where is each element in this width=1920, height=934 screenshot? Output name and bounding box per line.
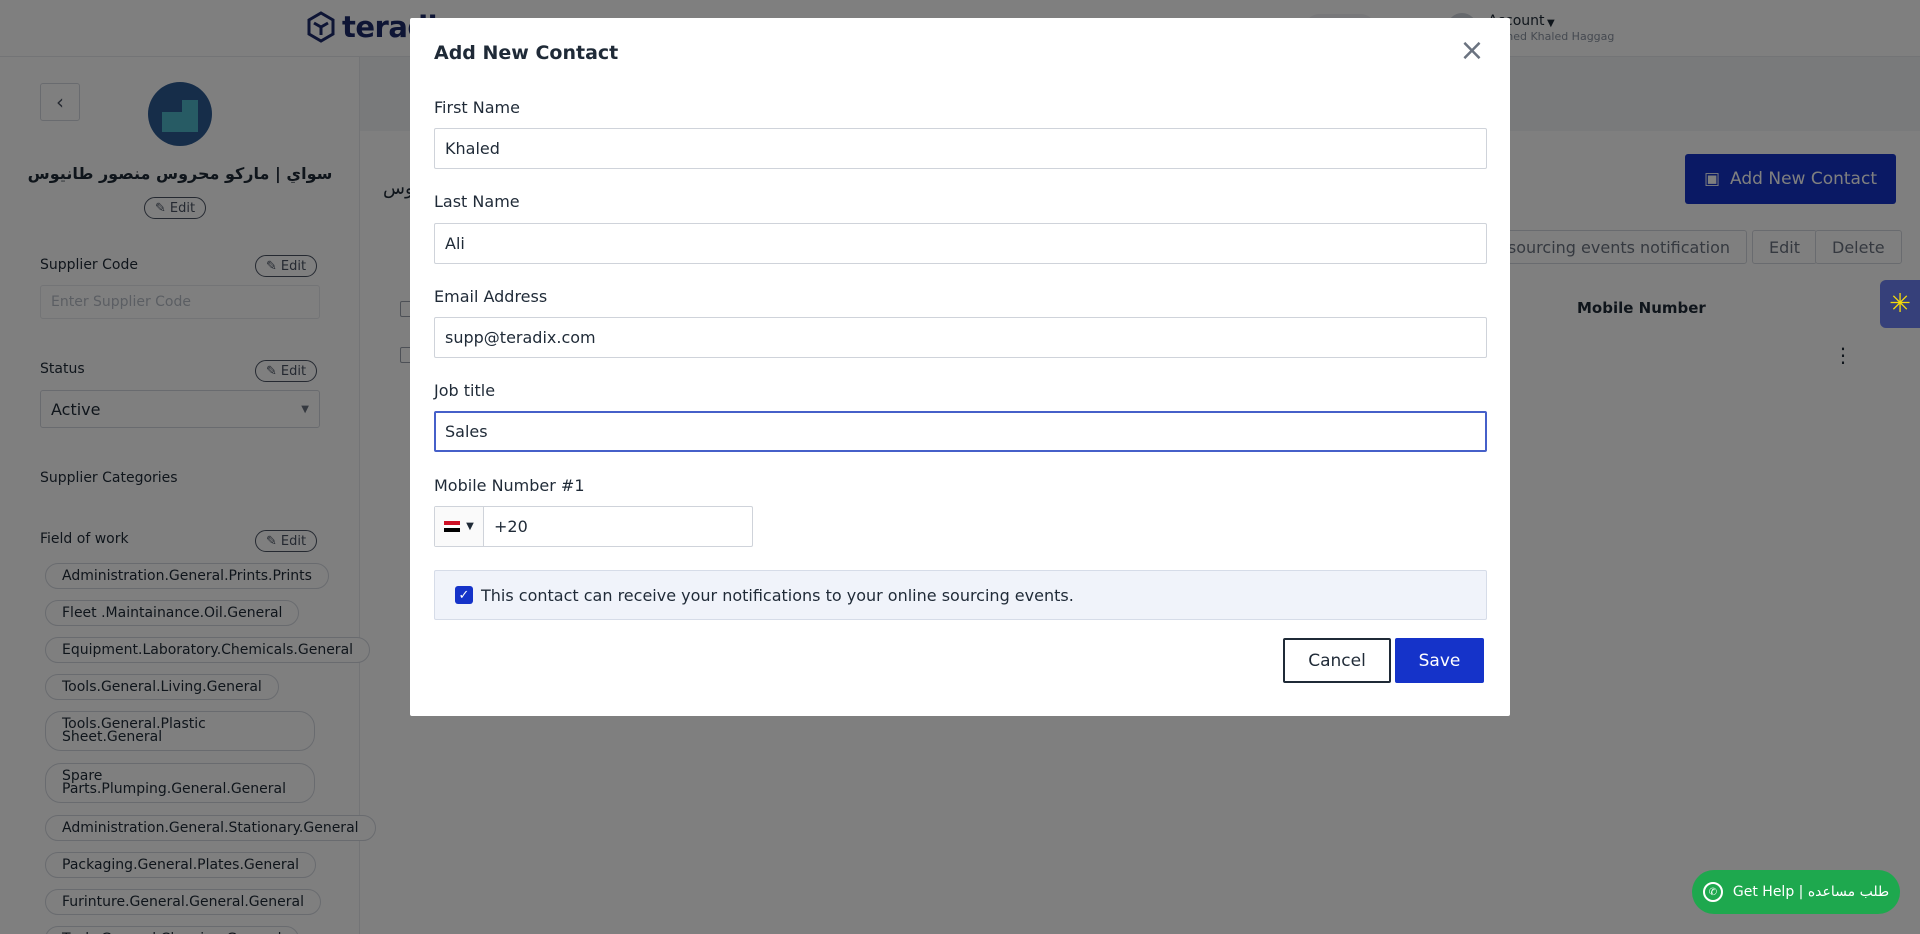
save-button[interactable]: Save — [1395, 638, 1484, 683]
email-label: Email Address — [434, 287, 548, 306]
job-title-input[interactable] — [434, 411, 1487, 452]
add-contact-modal: Add New Contact × First Name Last Name E… — [410, 18, 1510, 716]
modal-title: Add New Contact — [434, 42, 619, 64]
mobile-number-input[interactable] — [484, 507, 752, 546]
whatsapp-icon: ✆ — [1702, 882, 1723, 902]
email-input[interactable] — [434, 317, 1487, 358]
last-name-input[interactable] — [434, 223, 1487, 264]
last-name-label: Last Name — [434, 192, 520, 211]
close-icon[interactable]: × — [1457, 36, 1487, 66]
mobile-number-field: ▼ — [434, 506, 753, 547]
notification-checkbox[interactable]: ✓ — [455, 586, 473, 604]
first-name-label: First Name — [434, 98, 520, 117]
egypt-flag-icon — [444, 521, 461, 533]
first-name-input[interactable] — [434, 128, 1487, 169]
flower-widget-icon[interactable]: ✳ — [1880, 280, 1920, 328]
mobile-number-label: Mobile Number #1 — [434, 476, 585, 495]
notification-consent-box: ✓ This contact can receive your notifica… — [434, 570, 1487, 620]
notification-consent-text: This contact can receive your notificati… — [481, 585, 1074, 605]
get-help-button[interactable]: ✆ Get Help | طلب مساعده — [1692, 870, 1900, 914]
caret-down-icon: ▼ — [466, 521, 474, 532]
get-help-label: Get Help | طلب مساعده — [1732, 884, 1890, 900]
job-title-label: Job title — [434, 381, 496, 400]
country-code-dropdown[interactable]: ▼ — [435, 507, 484, 546]
cancel-button[interactable]: Cancel — [1283, 638, 1391, 683]
